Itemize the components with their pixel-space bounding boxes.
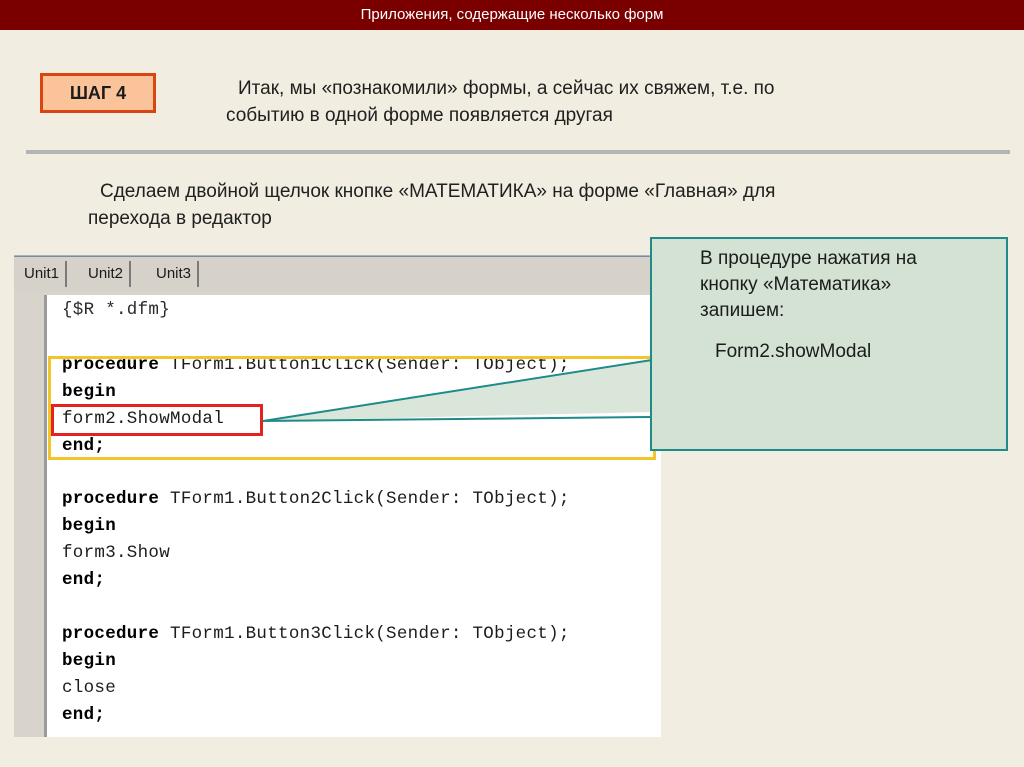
section-divider [26,150,1010,154]
slide-title: Приложения, содержащие несколько форм [360,6,664,23]
code-line-begin-2: begin [62,516,116,536]
code-signature: TForm1.Button2Click(Sender: TObject); [159,489,570,509]
code-signature: TForm1.Button3Click(Sender: TObject); [159,624,570,644]
callout-line-2: кнопку «Математика» [700,274,892,295]
code-comment: {$R *.dfm} [62,300,171,320]
tab-unit3[interactable]: Unit3 [150,261,200,287]
code-keyword: begin [62,651,117,671]
intro-line-1: Итак, мы «познакомили» формы, а сейчас и… [238,78,775,99]
step-badge: ШАГ 4 [40,73,156,113]
intro-paragraph: Итак, мы «познакомили» формы, а сейчас и… [226,75,926,129]
callout-text: В процедуре нажатия на кнопку «Математик… [700,246,990,324]
intro-line-2: событию в одной форме появляется другая [226,105,613,126]
code-line-procedure-2: procedure TForm1.Button2Click(Sender: TO… [62,489,570,509]
highlight-showmodal-frame [51,404,263,436]
instruction-line-1: Сделаем двойной щелчок кнопке «МАТЕМАТИК… [100,181,776,202]
code-line-end-2: end; [62,570,105,590]
tab-unit2[interactable]: Unit2 [82,261,132,287]
instruction-paragraph: Сделаем двойной щелчок кнопке «МАТЕМАТИК… [88,178,968,232]
code-keyword: procedure [62,489,160,509]
code-keyword: end; [62,570,106,590]
callout-line-3: запишем: [700,300,785,321]
callout-line-1: В процедуре нажатия на [700,248,917,269]
code-keyword: procedure [62,624,160,644]
code-line-end-3: end; [62,705,105,725]
code-line-body-2: form3.Show [62,543,171,563]
code-keyword: end; [62,705,106,725]
code-line-begin-3: begin [62,651,116,671]
slide-title-bar: Приложения, содержащие несколько форм [0,0,1024,30]
instruction-line-2: перехода в редактор [88,208,272,229]
tab-unit1[interactable]: Unit1 [18,261,68,287]
code-line-body-3: close [62,678,117,698]
editor-tab-strip: Unit1 Unit2 Unit3 [14,257,658,291]
code-keyword: begin [62,516,117,536]
code-line-procedure-3: procedure TForm1.Button3Click(Sender: TO… [62,624,570,644]
step-label: ШАГ 4 [69,83,127,103]
callout-code: Form2.showModal [715,341,872,362]
